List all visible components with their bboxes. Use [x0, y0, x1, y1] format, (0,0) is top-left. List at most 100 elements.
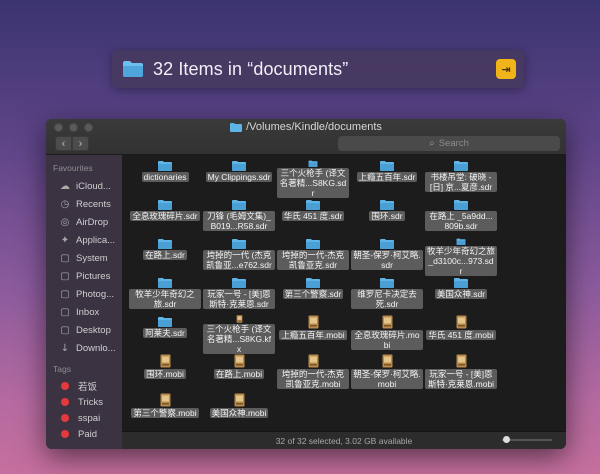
file-item[interactable]: 牧羊少年奇幻之旅_d3100c...973.sdr — [424, 237, 498, 276]
file-item[interactable]: 牧羊少年奇幻之旅.sdr — [128, 276, 202, 315]
folder-icon — [158, 278, 172, 288]
folder-icon — [454, 161, 468, 171]
slider-knob[interactable] — [502, 436, 510, 443]
file-item[interactable]: 在路上.mobi — [202, 354, 276, 393]
window-title: /Volumes/Kindle/documents — [46, 121, 566, 133]
file-name: 垮掉的一代 (杰克凯鲁亚...e762.sdr — [203, 250, 275, 270]
back-button[interactable]: ‹ — [55, 136, 72, 151]
file-name: 全息玫瑰碎片.mobi — [351, 330, 423, 350]
sidebar-item[interactable]: ▢ System — [46, 249, 122, 267]
folder-icon — [454, 278, 468, 288]
sidebar-item[interactable]: ▢ Desktop — [46, 321, 122, 339]
file-item[interactable]: 全息玫瑰碎片.sdr — [128, 198, 202, 237]
file-item[interactable]: 美国众神.sdr — [424, 276, 498, 315]
tag-color-dot-icon — [61, 414, 69, 422]
folder-icon — [380, 200, 394, 210]
file-item[interactable]: 朝圣-保罗·柯艾略.sdr — [350, 237, 424, 276]
folder-icon — [232, 161, 246, 171]
file-item[interactable]: 第三个警察.sdr — [276, 276, 350, 315]
ebook-file-icon — [382, 315, 392, 329]
file-item[interactable]: 三个火枪手 (译文名著精...S8KG.kfx — [202, 315, 276, 354]
file-item[interactable]: 垮掉的一代-杰克凯鲁亚克.sdr — [276, 237, 350, 276]
file-item[interactable]: 阿莱夫.sdr — [128, 315, 202, 354]
file-item[interactable]: 垮掉的一代 (杰克凯鲁亚...e762.sdr — [202, 237, 276, 276]
download-icon: ↓ — [60, 342, 70, 354]
file-item[interactable]: 围环.mobi — [128, 354, 202, 393]
file-name: 牧羊少年奇幻之旅.sdr — [129, 289, 201, 309]
file-item[interactable]: 书楼吊堂: 破晓 - [日] 京...夏彦.sdr — [424, 159, 498, 198]
sidebar-item[interactable]: ↓ Downlo... — [46, 339, 122, 357]
file-item[interactable]: 三个火枪手 (译文名著精...S8KG.sdr — [276, 159, 350, 198]
file-item[interactable]: 朝圣-保罗·柯艾略.mobi — [350, 354, 424, 393]
sidebar-item-label: iCloud... — [76, 180, 111, 192]
icon-size-slider[interactable] — [502, 436, 552, 443]
sidebar-tag-label: 若饭 — [78, 382, 98, 393]
file-item[interactable]: 全息玫瑰碎片.mobi — [350, 315, 424, 354]
ebook-file-icon — [234, 393, 244, 407]
sidebar-item[interactable]: ◎ AirDrop — [46, 213, 122, 231]
search-results-panel[interactable]: 32 Items in “documents” ⇥ — [112, 50, 524, 88]
file-grid: dictionaries My Clippings.sdr 三个火枪手 (译文名著精… — [128, 159, 498, 431]
sidebar-item[interactable]: ☁ iCloud... — [46, 177, 122, 195]
navigation-buttons: ‹ › — [55, 136, 89, 151]
folder-icon — [306, 200, 320, 210]
file-item[interactable]: 玩家一号 - [美]恩斯特·克莱恩.sdr — [202, 276, 276, 315]
sidebar-tag[interactable]: sspai — [46, 410, 122, 426]
file-name: 垮掉的一代-杰克凯鲁亚克.mobi — [277, 369, 349, 389]
folder-icon — [380, 278, 394, 288]
sidebar-tag[interactable]: Paid — [46, 426, 122, 442]
file-item[interactable]: 玩家一号 - [美]恩斯特·克莱恩.mobi — [424, 354, 498, 393]
file-name: 朝圣-保罗·柯艾略.mobi — [351, 369, 423, 389]
sidebar-section-tags: Tags — [53, 364, 71, 374]
folder-icon — [230, 123, 243, 132]
file-item[interactable]: 围环.sdr — [350, 198, 424, 237]
folder-icon — [158, 239, 172, 249]
file-item[interactable]: 刀锋 (毛姆文集)_B019...R58.sdr — [202, 198, 276, 237]
airdrop-icon: ◎ — [60, 216, 70, 228]
file-name: 上瘾五百年.mobi — [279, 330, 347, 340]
open-action-icon[interactable]: ⇥ — [496, 59, 516, 79]
folder-icon — [158, 200, 172, 210]
file-item[interactable]: 华氏 451 度.sdr — [276, 198, 350, 237]
sidebar-item[interactable]: ▢ Inbox — [46, 303, 122, 321]
search-input[interactable]: ⌕ Search — [338, 136, 560, 151]
file-name: 在路上.mobi — [213, 369, 265, 379]
sidebar-tag-label: Paid — [78, 428, 98, 440]
sidebar-item[interactable]: ▢ Photog... — [46, 285, 122, 303]
clock-icon: ◷ — [60, 198, 70, 210]
file-name: 玩家一号 - [美]恩斯特·克莱恩.sdr — [203, 289, 275, 309]
file-item[interactable]: dictionaries — [128, 159, 202, 198]
folder-icon: ▢ — [60, 306, 70, 318]
sidebar-item[interactable]: ✦ Applica... — [46, 231, 122, 249]
file-name: My Clippings.sdr — [205, 172, 273, 182]
file-item[interactable]: 上瘾五百年.mobi — [276, 315, 350, 354]
sidebar-item[interactable]: ◷ Recents — [46, 195, 122, 213]
folder-icon — [232, 239, 246, 249]
folder-icon — [123, 61, 143, 77]
file-name: 在路上 _5a9dd...809b.sdr — [425, 211, 497, 231]
file-name: 垮掉的一代-杰克凯鲁亚克.sdr — [277, 250, 349, 270]
sidebar-tag[interactable]: 若饭 — [46, 378, 122, 394]
sidebar-item[interactable]: ▢ Pictures — [46, 267, 122, 285]
title-bar: /Volumes/Kindle/documents ‹ › ⌕ Search — [46, 119, 566, 155]
desktop-icon: ▢ — [60, 324, 70, 336]
file-name: 刀锋 (毛姆文集)_B019...R58.sdr — [203, 211, 275, 231]
file-item[interactable]: 维罗尼卡决定去死.sdr — [350, 276, 424, 315]
file-name: 三个火枪手 (译文名著精...S8KG.sdr — [277, 168, 349, 198]
folder-icon — [232, 278, 246, 288]
sidebar-item-label: Downlo... — [76, 342, 116, 354]
file-item[interactable]: 华氏 451 度.mobi — [424, 315, 498, 354]
file-item[interactable]: 在路上 _5a9dd...809b.sdr — [424, 198, 498, 237]
search-icon: ⌕ — [429, 138, 435, 149]
file-item[interactable]: 垮掉的一代-杰克凯鲁亚克.mobi — [276, 354, 350, 393]
file-item[interactable]: 美国众神.mobi — [202, 393, 276, 431]
path-label: /Volumes/Kindle/documents — [246, 121, 382, 133]
file-item[interactable]: 上瘾五百年.sdr — [350, 159, 424, 198]
forward-button[interactable]: › — [72, 136, 89, 151]
applications-icon: ✦ — [60, 234, 70, 246]
sidebar-tag[interactable]: Tricks — [46, 394, 122, 410]
file-name: 在路上.sdr — [143, 250, 187, 260]
file-item[interactable]: 在路上.sdr — [128, 237, 202, 276]
file-item[interactable]: My Clippings.sdr — [202, 159, 276, 198]
file-item[interactable]: 第三个警察.mobi — [128, 393, 202, 431]
